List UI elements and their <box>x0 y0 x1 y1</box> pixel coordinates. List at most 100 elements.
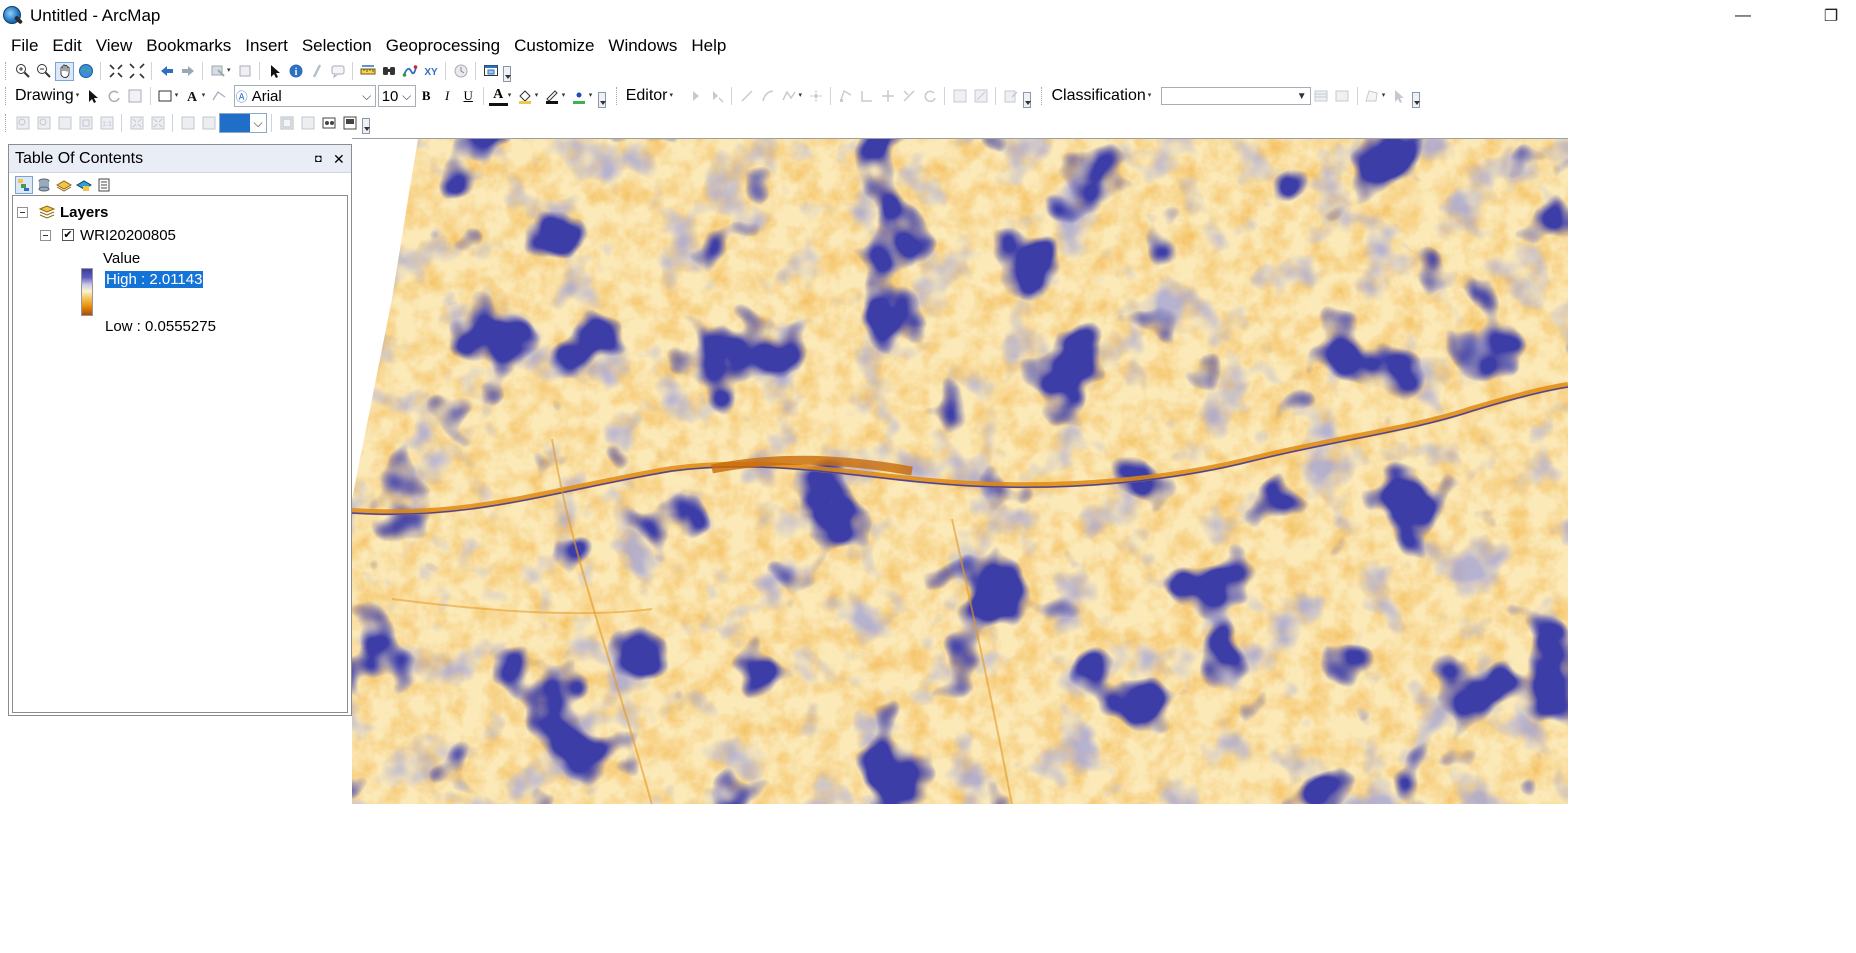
change-layout-icon[interactable] <box>319 114 338 133</box>
menu-bookmarks[interactable]: Bookmarks <box>139 34 238 58</box>
toolbar-grip[interactable] <box>5 87 8 105</box>
hyperlink-icon[interactable] <box>307 62 326 81</box>
italic-button[interactable]: I <box>438 87 457 106</box>
menu-geoprocessing[interactable]: Geoprocessing <box>379 34 507 58</box>
chevron-down-icon[interactable]: ▾ <box>508 92 515 99</box>
list-by-source-icon[interactable] <box>35 176 53 194</box>
layout-zoom-out-icon[interactable] <box>34 114 53 133</box>
chevron-down-icon[interactable]: ▾ <box>1148 92 1155 99</box>
minimize-button[interactable]: — <box>1720 0 1766 32</box>
edit-vertices-icon[interactable] <box>210 87 229 106</box>
rectangle-icon[interactable] <box>156 87 175 106</box>
chevron-down-icon[interactable]: ▾ <box>589 92 596 99</box>
editor-menu[interactable]: Editor <box>623 87 671 105</box>
focus-data-frame-icon[interactable] <box>298 114 317 133</box>
chevron-down-icon[interactable]: ▾ <box>227 67 234 74</box>
close-icon[interactable]: ✕ <box>333 152 345 166</box>
identify-icon[interactable]: i <box>286 62 305 81</box>
edit-vertices-tool-icon[interactable] <box>836 87 855 106</box>
menu-file[interactable]: File <box>0 34 45 58</box>
go-to-xy-icon[interactable]: XY <box>421 62 440 81</box>
fixed-zoom-in-layout-icon[interactable] <box>127 114 146 133</box>
layer-visibility-checkbox[interactable]: ✔ <box>62 229 74 241</box>
fixed-zoom-out-icon[interactable] <box>127 62 146 81</box>
time-slider-icon[interactable] <box>451 62 470 81</box>
menu-insert[interactable]: Insert <box>238 34 295 58</box>
layout-zoom-percent-select[interactable]: ⌵ <box>219 113 267 133</box>
list-by-visibility-icon[interactable] <box>55 176 73 194</box>
zoom-out-icon[interactable] <box>34 62 53 81</box>
end-point-arc-icon[interactable] <box>758 87 777 106</box>
sketch-properties-icon[interactable] <box>971 87 990 106</box>
html-popup-icon[interactable] <box>328 62 347 81</box>
classification-layer-select[interactable]: ▼ <box>1160 87 1311 105</box>
back-extent-icon[interactable] <box>157 62 176 81</box>
fixed-zoom-in-icon[interactable] <box>106 62 125 81</box>
font-color-button[interactable]: A <box>488 87 508 106</box>
create-signature-icon[interactable] <box>1333 87 1352 106</box>
draw-polygon-icon[interactable] <box>1363 87 1382 106</box>
cut-polygons-icon[interactable] <box>878 87 897 106</box>
drawing-menu[interactable]: Drawing <box>12 87 77 105</box>
layer-row-wri20200805[interactable]: ✔ WRI20200805 <box>40 225 176 245</box>
layout-pan-icon[interactable] <box>55 114 74 133</box>
toolbar-overflow-button[interactable] <box>597 92 606 108</box>
trace-icon[interactable] <box>779 87 798 106</box>
menu-help[interactable]: Help <box>684 34 733 58</box>
legend-high-row[interactable]: High : 2.01143 <box>105 269 204 289</box>
edit-tool-icon[interactable] <box>686 87 705 106</box>
toolbar-grip[interactable] <box>615 87 619 105</box>
find-icon[interactable] <box>379 62 398 81</box>
create-features-icon[interactable] <box>1001 87 1020 106</box>
chevron-down-icon[interactable]: ▾ <box>798 92 805 99</box>
collapse-icon[interactable] <box>40 229 51 241</box>
pin-icon[interactable]: ◘ <box>315 153 327 165</box>
chevron-down-icon[interactable]: ▾ <box>535 92 542 99</box>
classification-tool-icon[interactable] <box>1390 87 1409 106</box>
edit-annotation-icon[interactable] <box>707 87 726 106</box>
marker-color-icon[interactable] <box>570 87 589 106</box>
bold-button[interactable]: B <box>417 87 436 106</box>
create-viewer-window-icon[interactable] <box>481 62 500 81</box>
straight-segment-icon[interactable] <box>737 87 756 106</box>
chevron-down-icon[interactable]: ▾ <box>562 92 569 99</box>
fixed-zoom-out-layout-icon[interactable] <box>148 114 167 133</box>
reshape-icon[interactable] <box>857 87 876 106</box>
measure-icon[interactable] <box>358 62 377 81</box>
menu-edit[interactable]: Edit <box>45 34 88 58</box>
menu-selection[interactable]: Selection <box>295 34 379 58</box>
toolbar-grip[interactable] <box>5 114 8 132</box>
rotate-icon[interactable] <box>105 87 124 106</box>
find-route-icon[interactable] <box>400 62 419 81</box>
layout-zoom-in-icon[interactable] <box>13 114 32 133</box>
list-by-drawing-order-icon[interactable] <box>15 176 33 194</box>
toolbar-overflow-button[interactable] <box>1411 92 1420 108</box>
go-forward-extent-layout-icon[interactable] <box>199 114 218 133</box>
collapse-icon[interactable] <box>17 206 28 218</box>
chevron-down-icon[interactable]: ▾ <box>1382 92 1389 99</box>
font-name-select[interactable]: Ⓐ Arial ⌵ <box>233 85 376 107</box>
options-icon[interactable] <box>95 176 113 194</box>
font-size-select[interactable]: 10 ⌵ <box>377 85 416 107</box>
layer-name[interactable]: WRI20200805 <box>80 227 176 244</box>
toolbar-overflow-button[interactable] <box>362 118 370 134</box>
line-color-icon[interactable] <box>543 87 562 106</box>
clear-selection-icon[interactable] <box>235 62 254 81</box>
new-text-icon[interactable]: A <box>183 87 202 106</box>
full-extent-icon[interactable] <box>76 62 95 81</box>
zoom-100-percent-icon[interactable]: 1:1 <box>97 114 116 133</box>
go-back-extent-layout-icon[interactable] <box>178 114 197 133</box>
split-icon[interactable] <box>899 87 918 106</box>
menu-customize[interactable]: Customize <box>507 34 601 58</box>
pan-icon[interactable] <box>55 61 74 81</box>
toolbar-overflow-button[interactable] <box>503 66 511 82</box>
legend-high-label[interactable]: High : 2.01143 <box>105 270 204 288</box>
zoom-whole-page-icon[interactable] <box>76 114 95 133</box>
select-elements-icon[interactable] <box>84 87 103 106</box>
data-driven-pages-icon[interactable] <box>340 114 359 133</box>
legend-low-label[interactable]: Low : 0.0555275 <box>105 318 216 335</box>
zoom-in-icon[interactable] <box>13 62 32 81</box>
point-icon[interactable] <box>806 87 825 106</box>
forward-extent-icon[interactable] <box>178 62 197 81</box>
select-elements-icon[interactable] <box>265 62 284 81</box>
